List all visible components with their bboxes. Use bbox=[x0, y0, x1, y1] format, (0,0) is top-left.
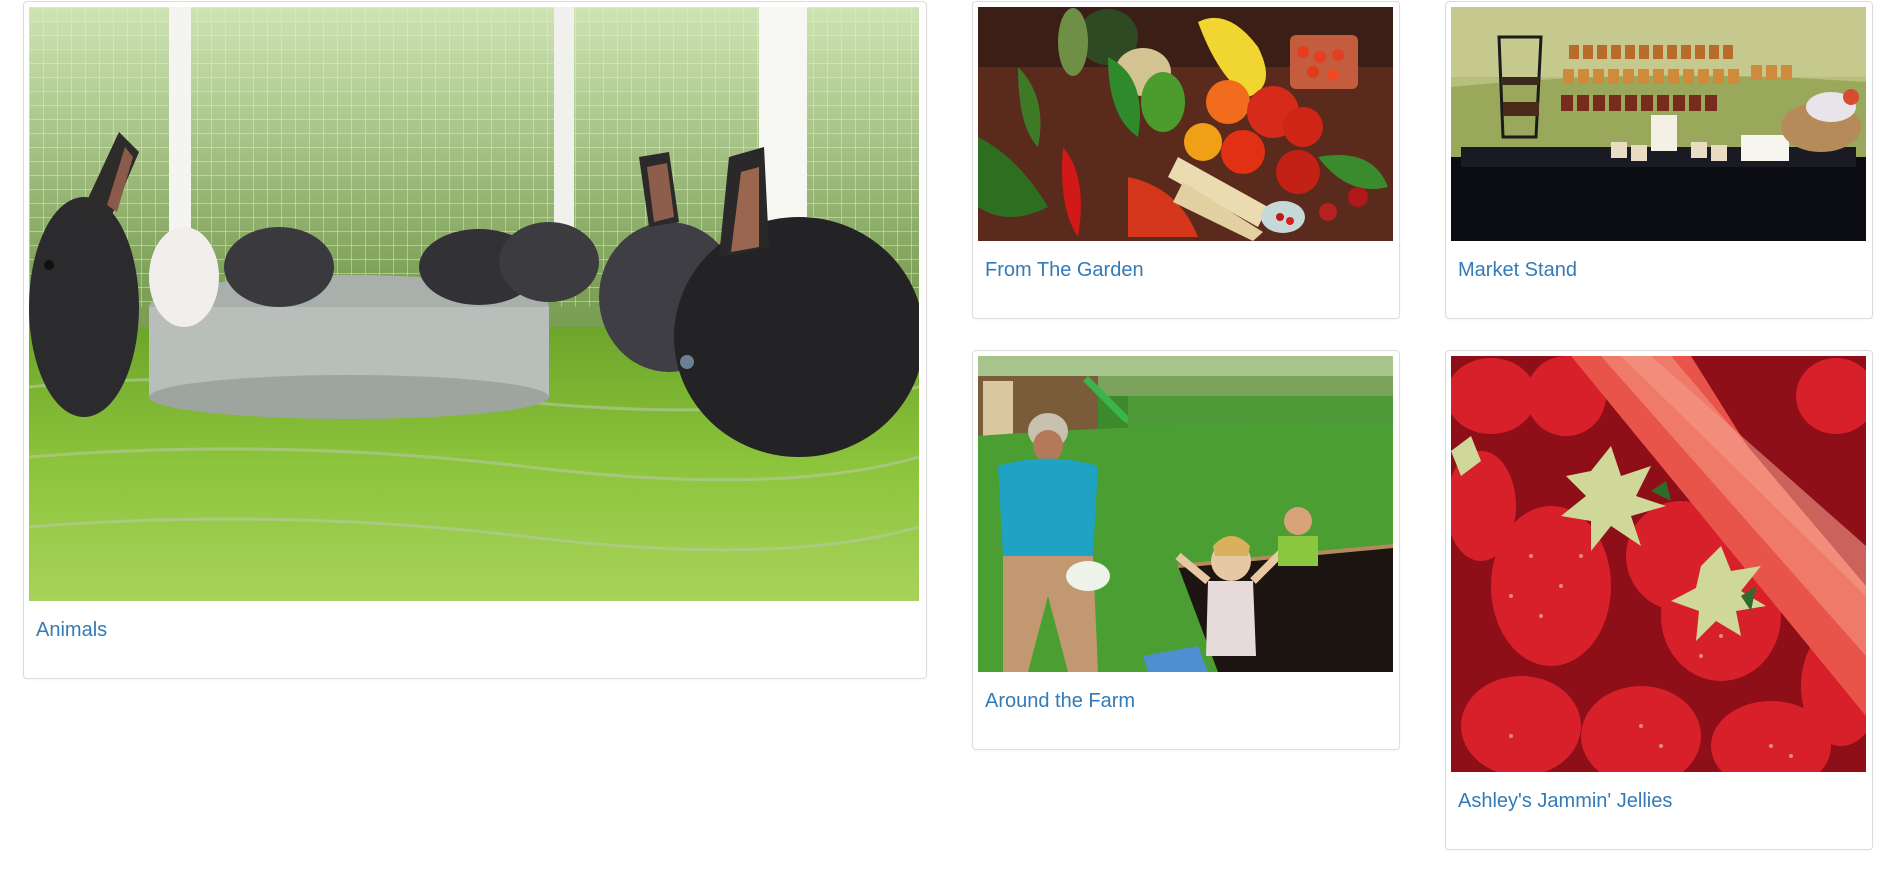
market-stand-image-link[interactable] bbox=[1451, 7, 1866, 241]
gallery-card-market-stand[interactable]: Market Stand bbox=[1445, 1, 1873, 319]
gallery-card-ashleys-jammin-jellies[interactable]: Ashley's Jammin' Jellies bbox=[1445, 350, 1873, 850]
gallery-caption-around-the-farm[interactable]: Around the Farm bbox=[985, 689, 1135, 713]
from-the-garden-image-link[interactable] bbox=[978, 7, 1393, 241]
around-the-farm-image-link[interactable] bbox=[978, 356, 1393, 672]
family-in-garden-photo bbox=[978, 356, 1393, 672]
jars-on-market-table-photo bbox=[1451, 7, 1866, 241]
harvested-vegetables-photo bbox=[978, 7, 1393, 241]
gallery-caption-ashleys-jammin-jellies[interactable]: Ashley's Jammin' Jellies bbox=[1458, 789, 1672, 813]
gallery-card-around-the-farm[interactable]: Around the Farm bbox=[972, 350, 1400, 750]
ashleys-jammin-jellies-image-link[interactable] bbox=[1451, 356, 1866, 772]
gallery-caption-animals[interactable]: Animals bbox=[36, 618, 107, 642]
gallery-card-animals[interactable]: Animals bbox=[23, 1, 927, 679]
strawberries-and-rhubarb-photo bbox=[1451, 356, 1866, 772]
rabbits-in-grass-photo bbox=[29, 7, 919, 601]
gallery-card-from-the-garden[interactable]: From The Garden bbox=[972, 1, 1400, 319]
gallery-caption-market-stand[interactable]: Market Stand bbox=[1458, 258, 1577, 282]
gallery-caption-from-the-garden[interactable]: From The Garden bbox=[985, 258, 1144, 282]
animals-image-link[interactable] bbox=[29, 7, 919, 601]
